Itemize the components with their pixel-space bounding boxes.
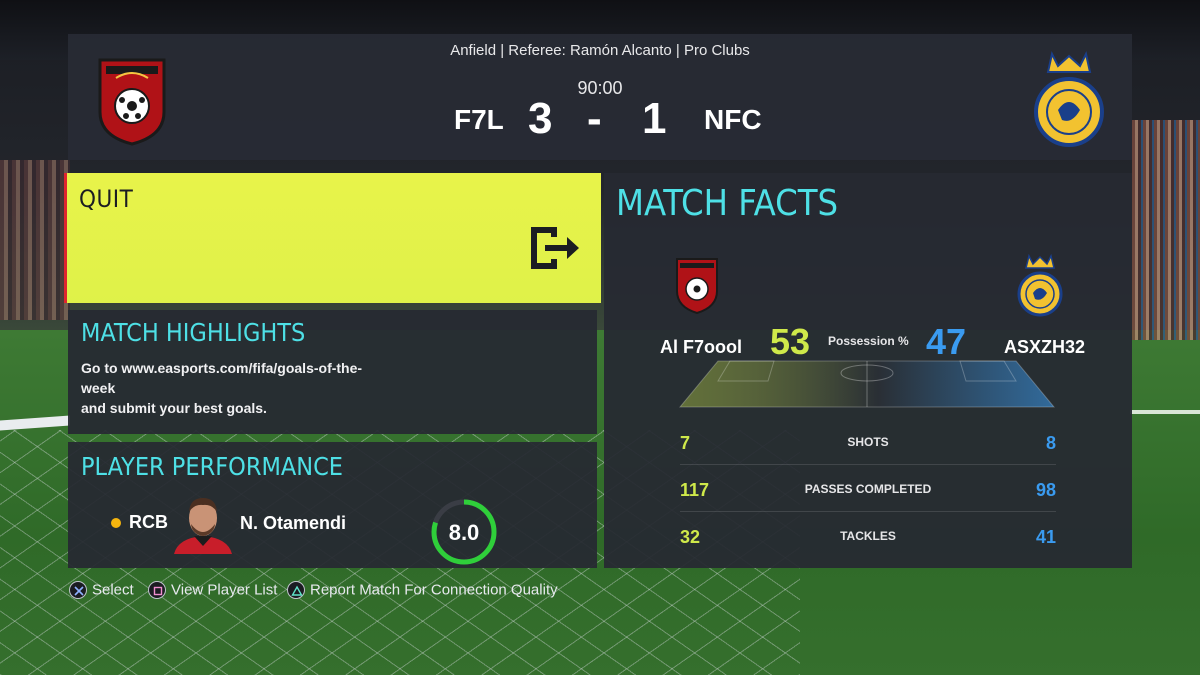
score-separator: - <box>587 94 602 143</box>
away-crest-icon <box>1034 51 1104 147</box>
player-portrait <box>174 498 232 554</box>
position-dot <box>111 518 121 528</box>
possession-label: Possession % <box>828 334 909 348</box>
crowd-right <box>1132 120 1200 340</box>
hint-select[interactable]: Select <box>69 581 134 603</box>
home-crest-icon <box>676 258 718 315</box>
stat-label: SHOTS <box>847 435 889 449</box>
home-team-abbr: F7L <box>454 104 504 135</box>
crowd-left <box>0 160 70 320</box>
highlights-line-2: week <box>81 380 116 396</box>
hint-view-player-list-label: View Player List <box>171 581 278 599</box>
venue-info: Anfield | Referee: Ramón Alcanto | Pro C… <box>450 42 750 59</box>
player-rating: 8.0 <box>448 520 480 545</box>
match-facts-panel: MATCH FACTS Al F7oool 53 Possession % 47… <box>604 173 1132 568</box>
pitch-line <box>1130 410 1200 414</box>
player-performance-panel[interactable]: PLAYER PERFORMANCE RCB N. Otamendi 8.0 <box>68 442 597 568</box>
stat-row-tackles: 32 TACKLES 41 <box>680 513 1056 559</box>
quit-button[interactable]: QUIT <box>64 173 601 303</box>
stat-row-passes: 117 PASSES COMPLETED 98 <box>680 466 1056 512</box>
highlights-text: Go to www.easports.com/fifa/goals-of-the… <box>81 358 381 418</box>
square-button-icon <box>148 581 166 600</box>
quit-label: QUIT <box>79 185 134 213</box>
home-team-name: Al F7oool <box>660 337 742 357</box>
hint-view-player-list[interactable]: View Player List <box>148 581 277 603</box>
away-crest-icon <box>1017 253 1063 317</box>
score-row: F7L 3 - 1 NFC <box>68 94 1132 144</box>
scoreboard-header: Anfield | Referee: Ramón Alcanto | Pro C… <box>68 34 1132 160</box>
home-score: 3 <box>528 94 553 143</box>
cross-button-icon <box>69 581 87 600</box>
away-possession: 47 <box>926 321 967 362</box>
stat-row-shots: 7 SHOTS 8 <box>680 419 1056 465</box>
hint-report-match[interactable]: Report Match For Connection Quality <box>287 581 558 603</box>
match-facts-title: MATCH FACTS <box>616 183 839 224</box>
stat-label: PASSES COMPLETED <box>804 482 932 496</box>
away-team-abbr: NFC <box>704 104 762 135</box>
away-team-name: ASXZH32 <box>1004 337 1086 357</box>
stat-away-value: 8 <box>1045 433 1056 453</box>
exit-icon <box>531 227 579 269</box>
highlights-title: MATCH HIGHLIGHTS <box>81 318 306 347</box>
stat-away-value: 98 <box>1035 480 1056 500</box>
highlights-line-3: and submit your best goals. <box>81 400 267 416</box>
hint-select-label: Select <box>92 581 134 599</box>
highlights-line-1: Go to www.easports.com/fifa/goals-of-the… <box>81 360 363 376</box>
player-name: N. Otamendi <box>240 513 347 533</box>
possession-pitch-graphic <box>678 360 1056 408</box>
match-highlights-panel[interactable]: MATCH HIGHLIGHTS Go to www.easports.com/… <box>68 310 597 434</box>
performance-title: PLAYER PERFORMANCE <box>81 452 343 481</box>
away-score: 1 <box>642 94 667 143</box>
home-possession: 53 <box>770 321 811 362</box>
hint-report-match-label: Report Match For Connection Quality <box>310 581 558 599</box>
stat-label: TACKLES <box>840 529 896 543</box>
triangle-button-icon <box>287 581 305 600</box>
player-position: RCB <box>129 512 168 532</box>
stat-away-value: 41 <box>1035 527 1056 547</box>
